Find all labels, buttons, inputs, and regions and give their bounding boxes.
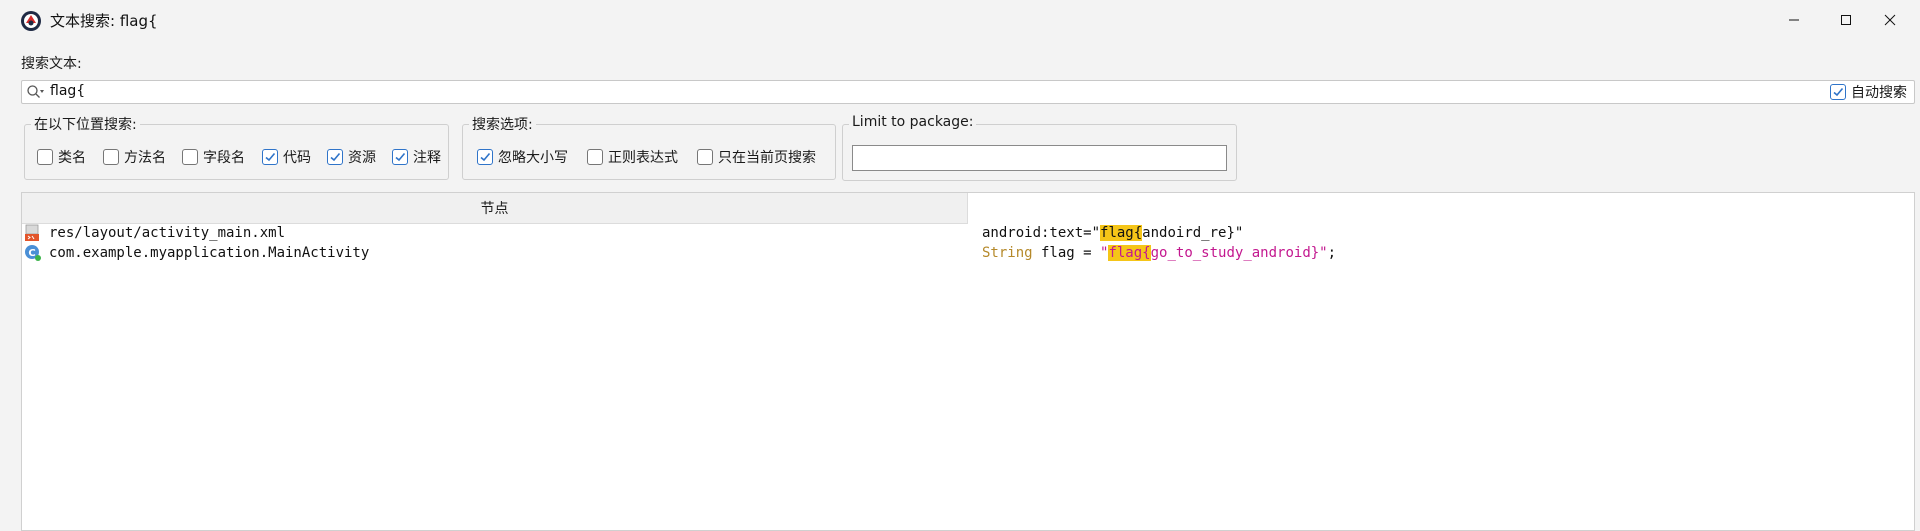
option-code[interactable]: 代码 [262, 147, 311, 167]
option-current-page-only[interactable]: 只在当前页搜索 [697, 147, 816, 167]
search-input-value: flag{ [50, 83, 86, 99]
search-in-group: 在以下位置搜索: 类名 方法名 字段名 代码 资源 注释 [24, 114, 449, 180]
table-row[interactable]: C com.example.myapplication.MainActivity… [22, 243, 1914, 263]
option-method-name[interactable]: 方法名 [103, 147, 166, 167]
option-resources[interactable]: 资源 [327, 147, 376, 167]
result-node-name: com.example.myapplication.MainActivity [49, 245, 370, 261]
option-field-name[interactable]: 字段名 [182, 147, 245, 167]
table-row[interactable]: res/layout/activity_main.xml android:tex… [22, 223, 1914, 243]
search-in-title: 在以下位置搜索: [31, 114, 140, 134]
option-class-name[interactable]: 类名 [37, 147, 86, 167]
match-highlight: flag{ [1100, 225, 1143, 241]
auto-search-label: 自动搜索 [1851, 85, 1907, 101]
package-title: Limit to package: [849, 114, 977, 130]
checkbox-checked-icon[interactable] [392, 149, 408, 165]
window-title: 文本搜索: flag{ [50, 12, 158, 30]
result-code-snippet: String flag = "flag{go_to_study_android}… [982, 245, 1337, 261]
checkbox-unchecked-icon[interactable] [37, 149, 53, 165]
svg-text:C: C [28, 248, 35, 259]
package-input[interactable] [852, 145, 1227, 171]
checkbox-checked-icon[interactable] [477, 149, 493, 165]
checkbox-unchecked-icon[interactable] [587, 149, 603, 165]
close-icon [1884, 14, 1896, 26]
column-header-node[interactable]: 节点 [22, 193, 968, 224]
checkbox-unchecked-icon[interactable] [697, 149, 713, 165]
search-options-group: 搜索选项: 忽略大小写 正则表达式 只在当前页搜索 [462, 114, 836, 180]
minimize-button[interactable] [1764, 0, 1824, 40]
jadx-app-icon [20, 10, 42, 32]
search-input[interactable]: flag{ [21, 80, 1915, 104]
option-ignore-case[interactable]: 忽略大小写 [477, 147, 568, 167]
package-group: Limit to package: [842, 114, 1237, 181]
search-options-title: 搜索选项: [469, 114, 536, 134]
minimize-icon [1789, 19, 1799, 21]
column-header-code[interactable] [968, 193, 1914, 224]
results-header: 节点 [22, 193, 1914, 224]
xml-resource-icon [24, 224, 42, 242]
class-icon: C [24, 244, 42, 262]
search-dialog: 文本搜索: flag{ 搜索文本: flag{ 自动搜索 在以下位置搜索: 类名… [0, 0, 1920, 531]
search-icon [26, 84, 46, 104]
checkbox-checked-icon[interactable] [262, 149, 278, 165]
checkbox-checked-icon[interactable] [327, 149, 343, 165]
match-highlight: flag{ [1108, 245, 1151, 261]
result-code-snippet: android:text="flag{andoird_re}" [982, 225, 1244, 241]
search-text-label: 搜索文本: [21, 56, 82, 72]
checkbox-unchecked-icon[interactable] [182, 149, 198, 165]
close-button[interactable] [1860, 0, 1920, 40]
auto-search-checkbox[interactable]: 自动搜索 [1830, 83, 1907, 101]
checkbox-unchecked-icon[interactable] [103, 149, 119, 165]
option-regex[interactable]: 正则表达式 [587, 147, 678, 167]
results-table: 节点 res/layout/activity_main.xml android:… [21, 192, 1915, 531]
title-bar[interactable]: 文本搜索: flag{ [0, 0, 1920, 40]
result-node-name: res/layout/activity_main.xml [49, 225, 286, 241]
checkbox-checked-icon[interactable] [1830, 84, 1846, 100]
option-comments[interactable]: 注释 [392, 147, 441, 167]
maximize-icon [1841, 15, 1851, 25]
